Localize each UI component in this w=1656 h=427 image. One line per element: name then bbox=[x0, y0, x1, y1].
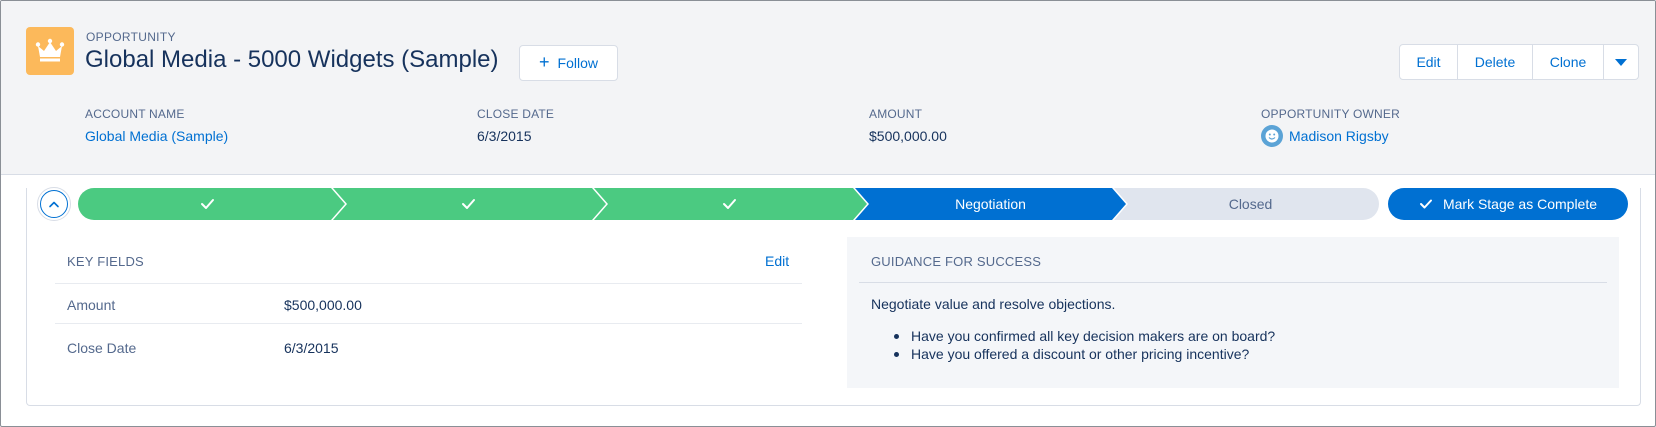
opportunity-record-page: OPPORTUNITY Global Media - 5000 Widgets … bbox=[0, 0, 1656, 427]
guidance-panel: GUIDANCE FOR SUCCESS Negotiate value and… bbox=[847, 237, 1619, 388]
check-icon bbox=[1419, 199, 1432, 209]
key-field-label: Close Date bbox=[67, 340, 137, 356]
divider bbox=[55, 283, 802, 284]
key-fields-edit-link[interactable]: Edit bbox=[765, 253, 789, 269]
path-stage-negotiation[interactable]: Negotiation bbox=[869, 187, 1112, 221]
chevron-up-icon bbox=[40, 190, 68, 218]
list-item: Have you confirmed all key decision make… bbox=[893, 328, 1276, 344]
divider bbox=[55, 323, 802, 324]
mark-stage-complete-label: Mark Stage as Complete bbox=[1442, 196, 1598, 212]
key-field-value: 6/3/2015 bbox=[284, 340, 339, 356]
path-collapse-toggle[interactable] bbox=[37, 187, 71, 221]
path-stage-1 bbox=[78, 188, 345, 220]
path-stage-closed[interactable]: Closed bbox=[1128, 187, 1373, 221]
list-item: Have you offered a discount or other pri… bbox=[893, 345, 1275, 363]
guidance-title: GUIDANCE FOR SUCCESS bbox=[871, 254, 1042, 269]
key-field-label: Amount bbox=[67, 297, 116, 313]
mark-stage-complete-button[interactable]: Mark Stage as Complete bbox=[1388, 188, 1628, 220]
key-fields-title: KEY FIELDS bbox=[67, 254, 144, 269]
divider bbox=[859, 282, 1607, 283]
guidance-heading: Negotiate value and resolve objections. bbox=[871, 296, 1116, 312]
key-field-value: $500,000.00 bbox=[284, 297, 362, 313]
guidance-list: Have you confirmed all key decision make… bbox=[893, 327, 1276, 363]
